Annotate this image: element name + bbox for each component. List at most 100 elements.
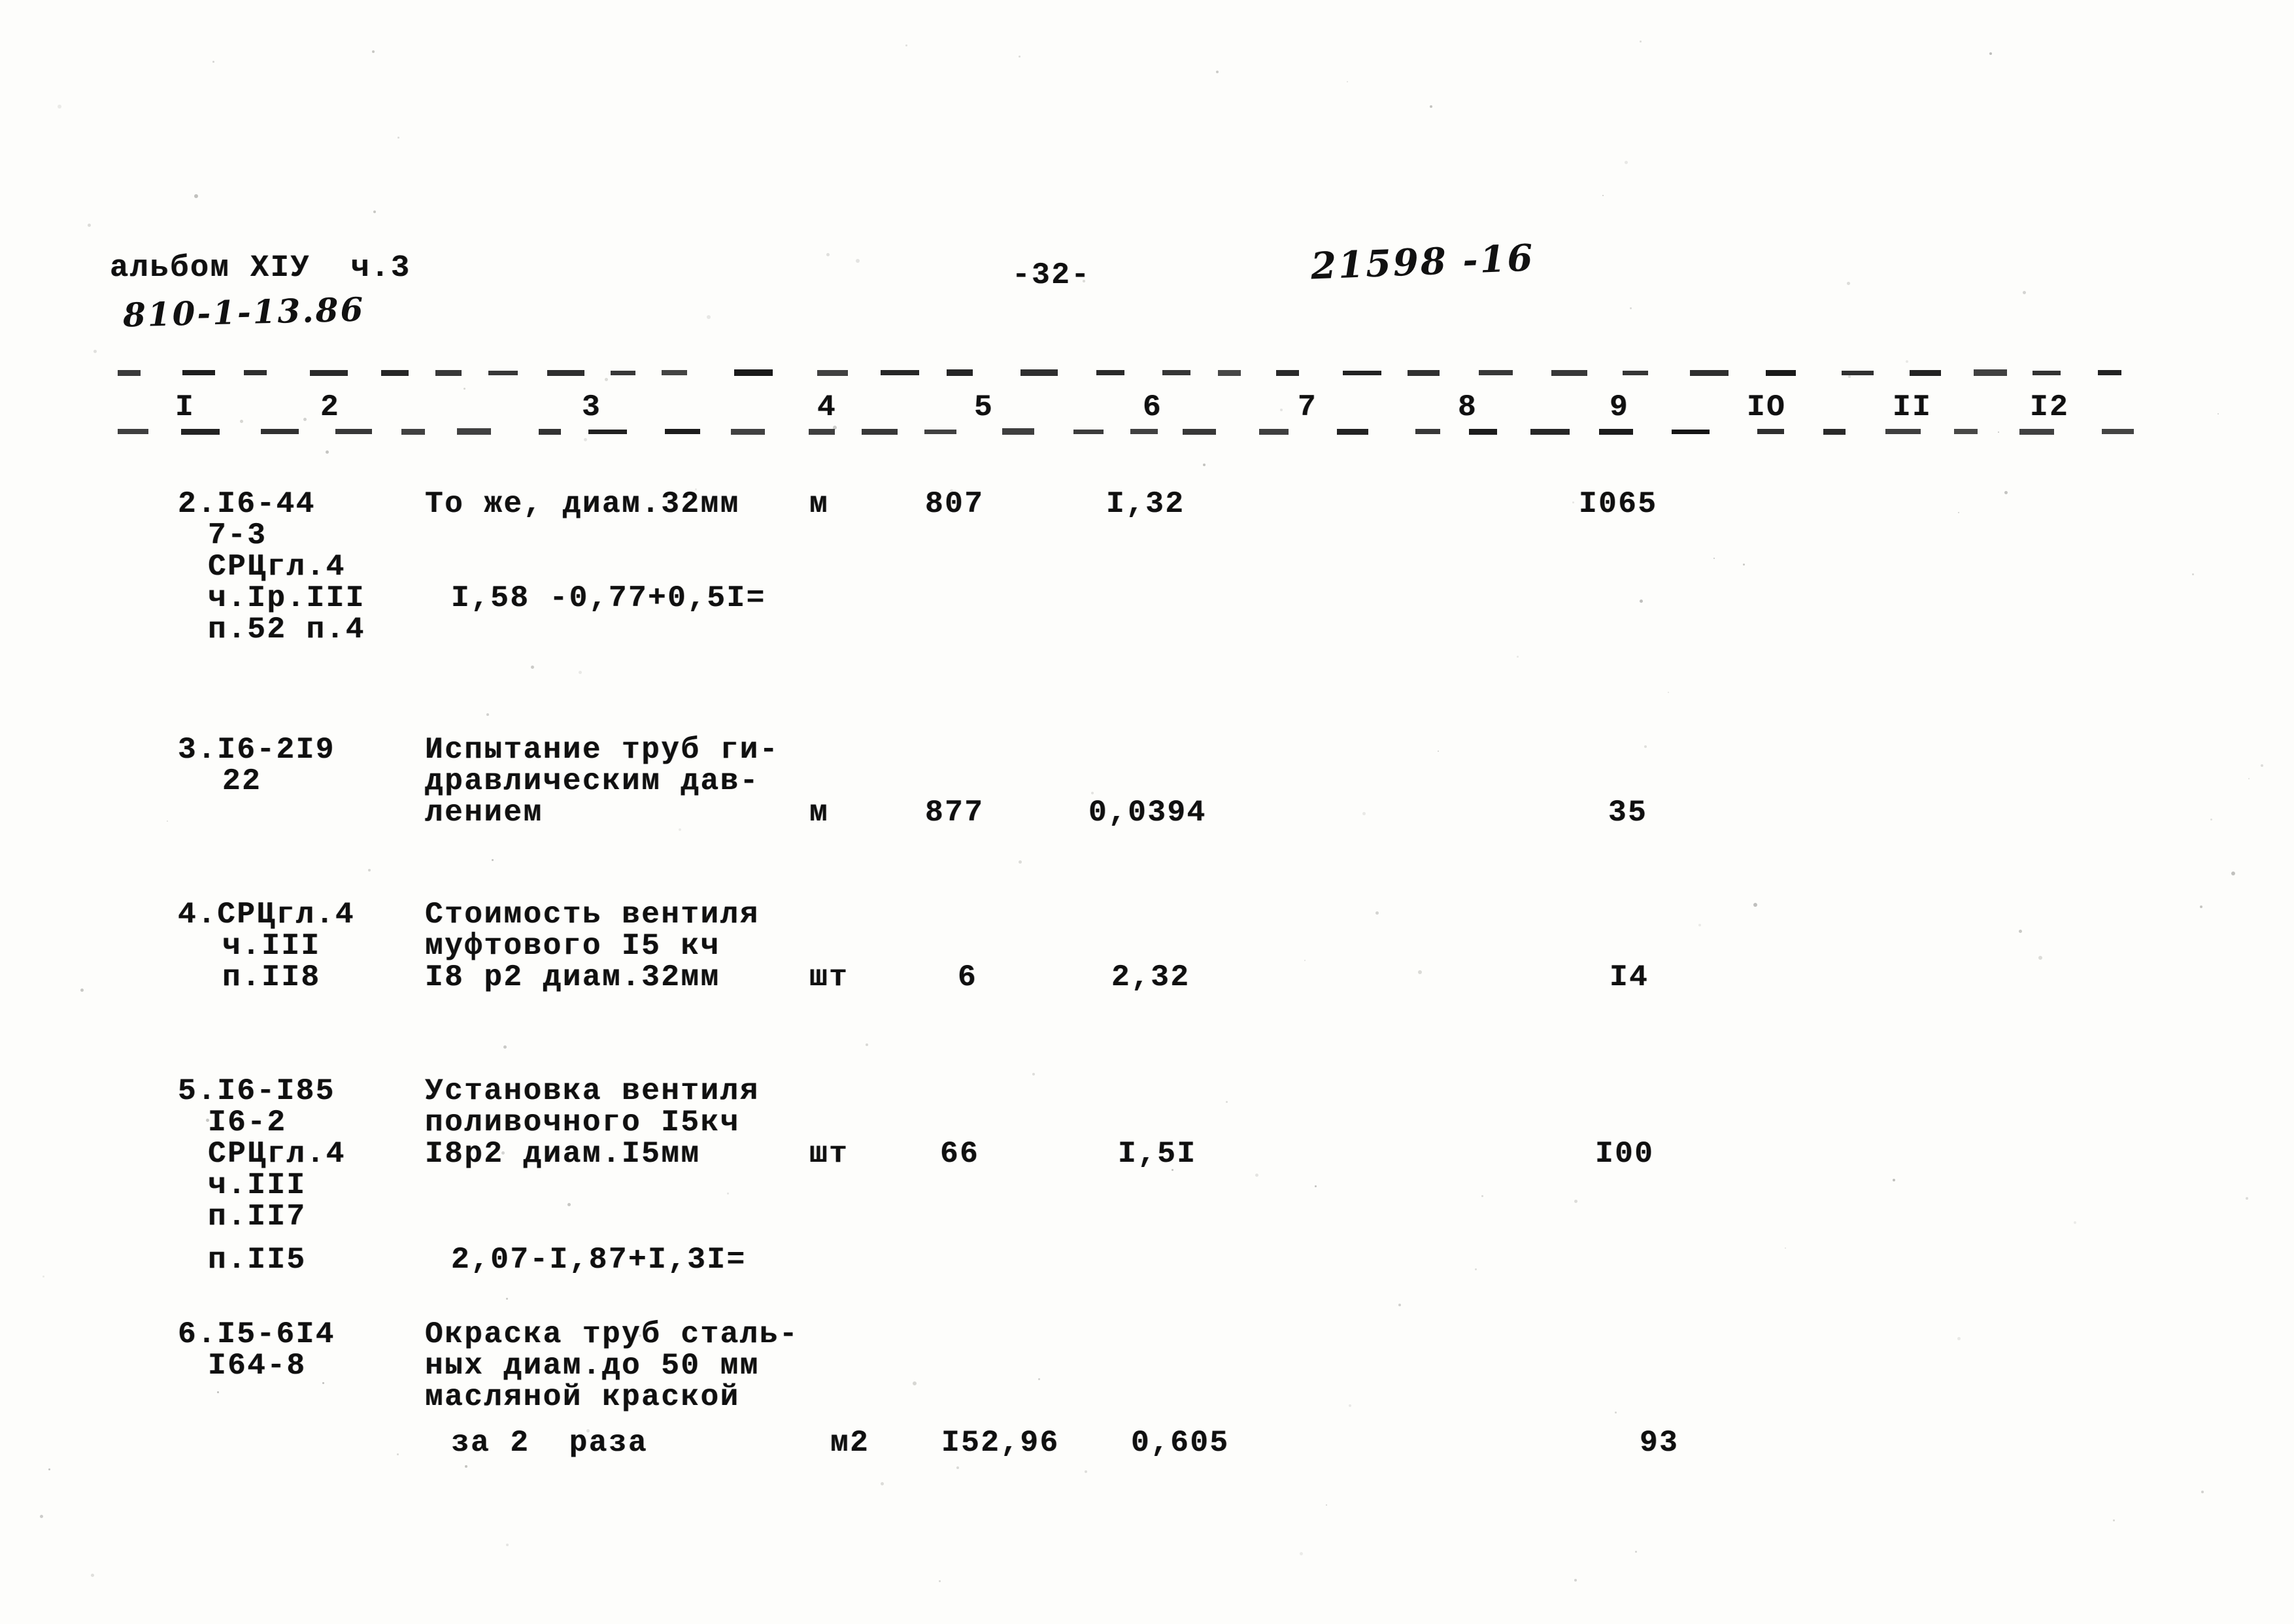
scan-speck xyxy=(1625,161,1628,164)
row-4-description-line-2: масляной краской xyxy=(425,1380,740,1414)
scan-speck xyxy=(1255,1174,1258,1177)
scan-speck xyxy=(956,1466,959,1469)
scan-speck xyxy=(372,50,375,53)
row-2-position-line-2: п.II8 xyxy=(222,960,321,994)
scan-speck xyxy=(905,44,907,46)
row-0-unit: м xyxy=(809,487,830,521)
column-header-1: I xyxy=(175,390,195,424)
column-header-4: 4 xyxy=(817,390,837,424)
scan-speck xyxy=(1785,1247,1786,1249)
row-0-position-line-4: п.52 п.4 xyxy=(208,613,365,647)
scan-speck xyxy=(1398,1304,1401,1306)
scan-speck xyxy=(2248,778,2250,779)
row-1-total: 35 xyxy=(1608,796,1648,830)
scan-speck xyxy=(303,418,307,421)
scan-speck xyxy=(579,671,582,674)
row-1-quantity: 877 xyxy=(925,796,985,830)
scan-speck xyxy=(1640,41,1642,42)
column-header-8: 8 xyxy=(1458,390,1478,424)
row-0-description-line-0: То же, диам.32мм xyxy=(425,487,740,521)
row-4-quantity: I52,96 xyxy=(941,1426,1060,1460)
scan-speck xyxy=(1326,1504,1327,1506)
scan-speck xyxy=(1226,1101,1228,1103)
row-3-unit: шт xyxy=(809,1137,849,1171)
scan-speck xyxy=(2019,930,2022,933)
row-1-price: 0,0394 xyxy=(1088,796,1207,830)
column-header-3: 3 xyxy=(582,390,602,424)
scan-speck xyxy=(503,1045,507,1049)
scan-speck xyxy=(531,666,534,669)
scan-speck xyxy=(212,61,214,63)
column-header-7: 7 xyxy=(1298,390,1318,424)
scan-speck xyxy=(1475,1268,1477,1270)
scan-speck xyxy=(605,378,608,381)
scan-speck xyxy=(48,1468,50,1470)
column-header-12: I2 xyxy=(2030,390,2070,424)
scan-speck xyxy=(1418,970,1422,974)
scan-speck xyxy=(1698,924,1701,926)
scan-speck xyxy=(93,350,97,353)
scan-speck xyxy=(1430,105,1432,108)
scan-speck xyxy=(1032,1073,1035,1075)
scan-speck xyxy=(707,315,711,319)
table-rule-bottom xyxy=(118,428,2148,435)
scan-speck xyxy=(486,713,489,716)
scan-speck xyxy=(194,194,198,198)
scan-speck xyxy=(1019,860,1022,864)
scan-speck xyxy=(856,259,860,263)
scan-speck xyxy=(2038,956,2042,960)
row-4-position-line-1: I64-8 xyxy=(208,1349,307,1383)
scan-speck xyxy=(492,859,494,861)
row-4-total: 93 xyxy=(1640,1426,1679,1460)
scan-speck xyxy=(2201,1491,2204,1493)
scan-speck xyxy=(1574,1200,1577,1203)
scan-speck xyxy=(1019,56,1020,58)
scan-speck xyxy=(913,1381,917,1385)
scan-speck xyxy=(1572,501,1574,503)
scan-speck xyxy=(1438,751,1439,752)
scan-speck xyxy=(2074,1221,2076,1224)
row-2-unit: шт xyxy=(809,960,849,994)
scan-speck xyxy=(1362,812,1366,815)
row-1-unit: м xyxy=(809,796,830,830)
scan-speck xyxy=(397,137,399,139)
scan-speck xyxy=(240,420,243,423)
scan-speck xyxy=(1957,1337,1961,1340)
scan-speck xyxy=(1375,911,1379,915)
row-0-total: I065 xyxy=(1579,487,1658,521)
row-3-description-line-2: I8р2 диам.I5мм xyxy=(425,1137,701,1171)
row-3-position-line-5: п.II5 xyxy=(208,1243,307,1277)
scan-speck xyxy=(464,388,465,390)
table-rule-top xyxy=(118,369,2148,376)
scan-speck xyxy=(2192,573,2194,575)
row-3-formula: 2,07-I,87+I,3I= xyxy=(451,1243,747,1277)
scan-speck xyxy=(1906,360,1908,363)
row-0-formula: I,58 -0,77+0,5I= xyxy=(451,581,766,615)
album-label: альбом XIУ ч.3 xyxy=(110,251,411,286)
scan-speck xyxy=(1615,1412,1617,1413)
scan-speck xyxy=(584,438,587,441)
scan-speck xyxy=(826,253,830,256)
scan-speck xyxy=(1635,1551,1637,1553)
column-header-10: IO xyxy=(1747,390,1787,424)
scan-speck xyxy=(1958,512,1959,513)
row-2-price: 2,32 xyxy=(1111,960,1190,994)
row-3-quantity: 66 xyxy=(940,1137,980,1171)
scan-speck xyxy=(1085,1470,1087,1473)
scan-speck xyxy=(939,1580,941,1582)
row-4-price: 0,605 xyxy=(1131,1426,1230,1460)
scan-speck xyxy=(1216,71,1219,73)
scan-speck xyxy=(1038,1378,1040,1380)
scan-speck xyxy=(1347,81,1348,82)
row-2-description-line-2: I8 р2 диам.32мм xyxy=(425,960,720,994)
row-2-quantity: 6 xyxy=(958,960,978,994)
scan-speck xyxy=(881,1482,884,1485)
column-header-2: 2 xyxy=(320,390,341,424)
column-header-11: II xyxy=(1893,390,1932,424)
stamp-code: 21598 -16 xyxy=(1309,236,1536,288)
scan-speck xyxy=(2023,291,2026,294)
scan-speck xyxy=(1630,307,1632,309)
scan-speck xyxy=(88,224,91,227)
scan-speck xyxy=(1753,903,1757,907)
scan-speck xyxy=(679,828,681,831)
